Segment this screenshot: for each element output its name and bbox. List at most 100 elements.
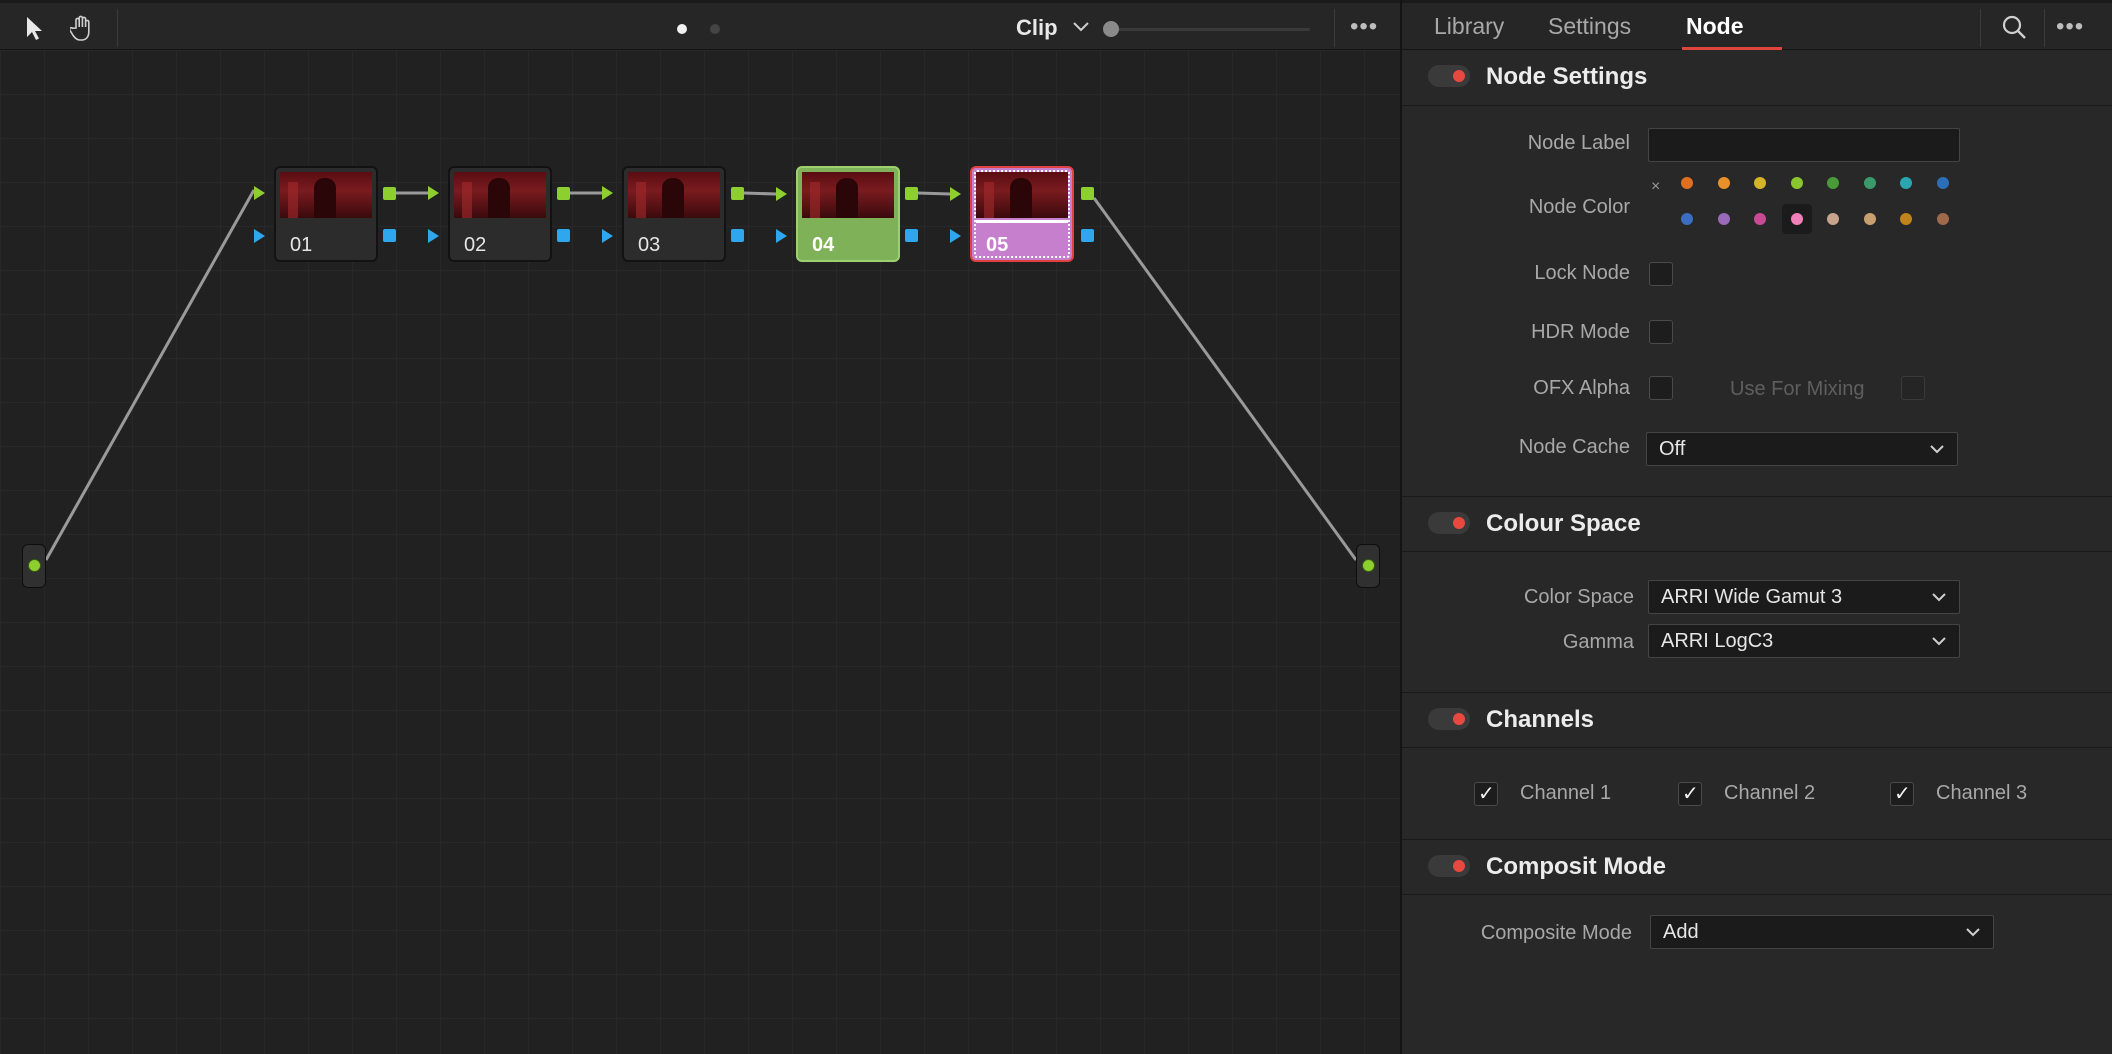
node-05-key-output[interactable] <box>1081 229 1094 242</box>
chevron-down-icon <box>1965 925 1981 943</box>
node-02-key-input[interactable] <box>428 229 439 243</box>
node-03-rgb-output[interactable] <box>731 187 744 200</box>
node-01-rgb-output[interactable] <box>383 187 396 200</box>
node-settings-toggle[interactable] <box>1428 65 1470 87</box>
toolbar-divider <box>1980 9 1981 47</box>
tab-library[interactable]: Library <box>1434 13 1504 40</box>
gamma-select[interactable]: ARRI LogC3 <box>1648 624 1960 658</box>
more-options-icon[interactable]: ••• <box>1350 13 1378 41</box>
color-swatch[interactable] <box>1754 213 1766 225</box>
node-04-rgb-input[interactable] <box>776 187 787 201</box>
node-05-key-input[interactable] <box>950 229 961 243</box>
composite-mode-select[interactable]: Add <box>1650 915 1994 949</box>
zoom-slider-track[interactable] <box>1110 28 1310 31</box>
node-number: 04 <box>812 234 835 256</box>
color-swatch[interactable] <box>1936 213 1949 225</box>
use-for-mixing-checkbox[interactable] <box>1901 376 1925 400</box>
node-label-label: Node Label <box>1527 132 1630 154</box>
composite-mode-label: Composite Mode <box>1480 922 1632 944</box>
search-icon[interactable] <box>1999 12 2029 42</box>
node-02[interactable]: 02 <box>448 166 552 262</box>
color-swatch[interactable] <box>1754 177 1766 189</box>
pointer-tool-icon[interactable] <box>20 13 50 43</box>
channel-1-label: Channel 1 <box>1520 782 1612 804</box>
node-02-key-output[interactable] <box>557 229 570 242</box>
chevron-down-icon[interactable] <box>1072 20 1090 38</box>
more-options-icon[interactable]: ••• <box>2056 13 2084 41</box>
clip-mode-label[interactable]: Clip <box>1016 15 1058 41</box>
composite-mode-toggle[interactable] <box>1428 855 1470 877</box>
node-01-key-output[interactable] <box>383 229 396 242</box>
color-swatch[interactable] <box>1863 213 1876 225</box>
node-04-key-output[interactable] <box>905 229 918 242</box>
node-05-rgb-output[interactable] <box>1081 187 1094 200</box>
channel-1-checkbox[interactable] <box>1474 781 1498 806</box>
page-dot-active[interactable] <box>677 24 687 34</box>
channel-3-checkbox[interactable] <box>1890 781 1914 806</box>
color-swatch[interactable] <box>1681 213 1693 225</box>
node-cache-select[interactable]: Off <box>1646 432 1958 466</box>
channels-toggle[interactable] <box>1428 708 1470 730</box>
node-04[interactable]: 04 <box>796 166 900 262</box>
node-thumbnail <box>628 172 720 218</box>
node-03-rgb-input[interactable] <box>602 186 613 200</box>
node-cache-value: Off <box>1659 438 1686 460</box>
color-swatch[interactable] <box>1936 177 1949 189</box>
chevron-down-icon <box>1931 590 1947 608</box>
node-graph-panel[interactable]: Clip ••• 01 02 03 04 05 <box>0 0 1400 1054</box>
node-label-input[interactable] <box>1648 128 1960 162</box>
node-02-rgb-output[interactable] <box>557 187 570 200</box>
chevron-down-icon <box>1929 442 1945 460</box>
node-cache-label: Node Cache <box>1518 436 1630 458</box>
color-swatch[interactable] <box>1863 177 1876 189</box>
node-03-key-input[interactable] <box>602 229 613 243</box>
toolbar-divider <box>2044 9 2045 47</box>
section-title: Node Settings <box>1486 63 1648 90</box>
ofx-alpha-checkbox[interactable] <box>1649 376 1673 400</box>
colour-space-toggle[interactable] <box>1428 512 1470 534</box>
page-dot[interactable] <box>710 24 720 34</box>
node-graph-toolbar: Clip ••• <box>0 0 1400 50</box>
color-space-label: Color Space <box>1523 586 1634 608</box>
section-title: Composit Mode <box>1486 853 1666 880</box>
node-01[interactable]: 01 <box>274 166 378 262</box>
node-color-label: Node Color <box>1528 196 1630 218</box>
node-thumbnail <box>454 172 546 218</box>
color-swatch[interactable] <box>1790 177 1803 189</box>
color-swatch[interactable] <box>1681 177 1693 189</box>
clear-color-icon[interactable]: × <box>1651 178 1660 196</box>
inspector-tabs: Library Settings Node ••• <box>1402 0 2112 50</box>
zoom-slider-handle[interactable] <box>1103 21 1119 37</box>
tab-node[interactable]: Node <box>1686 13 1744 40</box>
hdr-mode-checkbox[interactable] <box>1649 320 1673 344</box>
hand-tool-icon[interactable] <box>68 13 98 43</box>
node-03-key-output[interactable] <box>731 229 744 242</box>
output-port[interactable] <box>1356 544 1380 588</box>
color-swatch[interactable] <box>1717 177 1730 189</box>
color-swatch[interactable] <box>1827 177 1839 189</box>
node-01-key-input[interactable] <box>254 229 265 243</box>
node-04-key-input[interactable] <box>776 229 787 243</box>
tab-settings[interactable]: Settings <box>1548 13 1631 40</box>
color-space-value: ARRI Wide Gamut 3 <box>1661 586 1843 608</box>
color-swatch[interactable] <box>1790 213 1803 225</box>
color-swatch[interactable] <box>1900 177 1912 189</box>
node-05[interactable]: 05 <box>970 166 1074 262</box>
composite-mode-header: Composit Mode <box>1402 839 2112 895</box>
lock-node-checkbox[interactable] <box>1649 262 1673 286</box>
gamma-value: ARRI LogC3 <box>1661 630 1774 652</box>
node-04-rgb-output[interactable] <box>905 187 918 200</box>
color-swatch[interactable] <box>1827 213 1839 225</box>
node-05-rgb-input[interactable] <box>950 187 961 201</box>
node-01-rgb-input[interactable] <box>254 186 265 200</box>
color-space-select[interactable]: ARRI Wide Gamut 3 <box>1648 580 1960 614</box>
channel-2-checkbox[interactable] <box>1678 781 1702 806</box>
source-input-port[interactable] <box>22 544 46 588</box>
color-swatch[interactable] <box>1900 213 1912 225</box>
node-number: 02 <box>464 234 487 256</box>
color-swatch[interactable] <box>1717 213 1730 225</box>
lock-node-label: Lock Node <box>1534 262 1630 284</box>
node-03[interactable]: 03 <box>622 166 726 262</box>
node-02-rgb-input[interactable] <box>428 186 439 200</box>
node-number: 03 <box>638 234 661 256</box>
